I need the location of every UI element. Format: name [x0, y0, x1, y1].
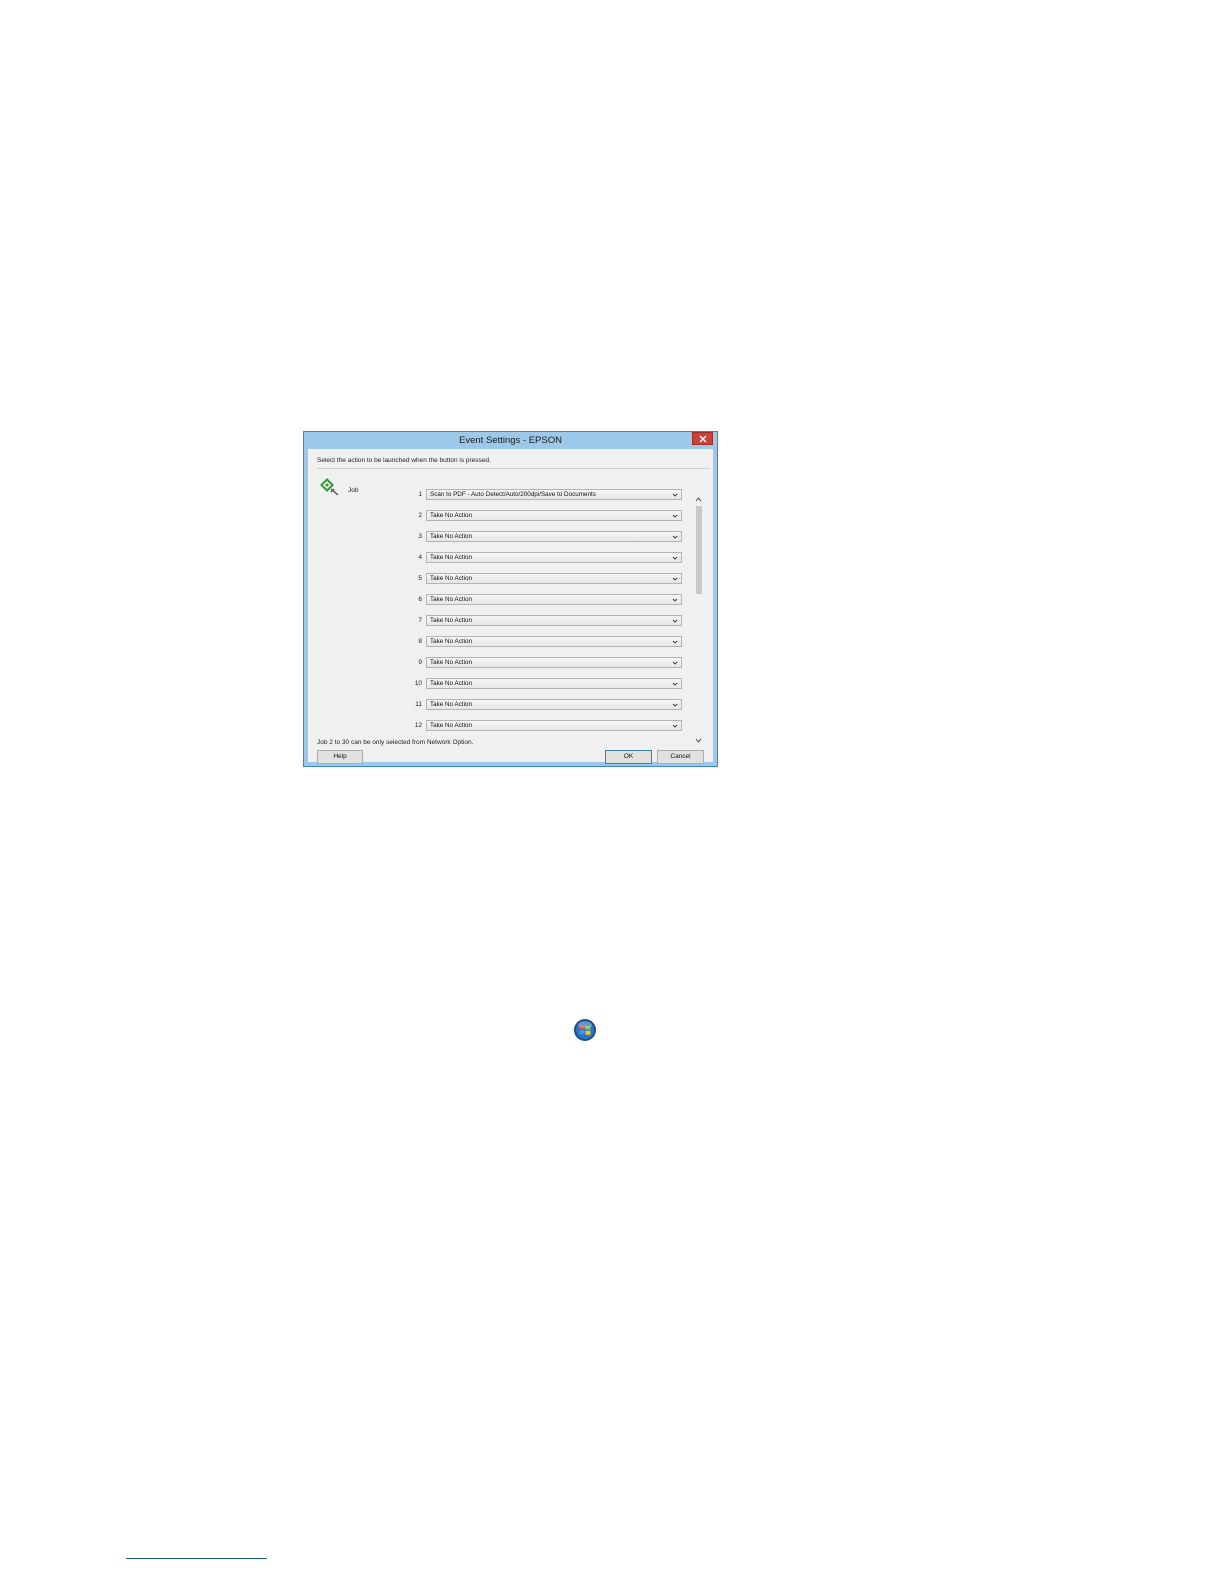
job-action-value: Take No Action [430, 617, 473, 624]
job-action-value: Take No Action [430, 722, 473, 729]
job-action-select[interactable]: Take No Action [426, 531, 682, 542]
job-number: 11 [415, 701, 422, 708]
job-number: 1 [418, 491, 422, 498]
job-action-select[interactable]: Take No Action [426, 615, 682, 626]
job-number: 5 [418, 575, 422, 582]
job-number: 9 [418, 659, 422, 666]
chevron-down-icon [672, 514, 678, 518]
event-settings-dialog: Event Settings - EPSON Select the action… [303, 431, 718, 767]
job-action-select[interactable]: Take No Action [426, 720, 682, 731]
close-icon [699, 435, 707, 443]
help-button[interactable]: Help [317, 750, 363, 764]
job-action-select[interactable]: Take No Action [426, 636, 682, 647]
job-number: 3 [418, 533, 422, 540]
job-number: 7 [418, 617, 422, 624]
chevron-down-icon [672, 577, 678, 581]
job-action-value: Take No Action [430, 659, 473, 666]
job-number: 8 [418, 638, 422, 645]
job-action-value: Take No Action [430, 701, 473, 708]
chevron-down-icon [672, 682, 678, 686]
job-action-select[interactable]: Take No Action [426, 510, 682, 521]
job-action-value: Scan to PDF - Auto Detect/Auto/200dpi/Sa… [430, 491, 596, 498]
scroll-thumb[interactable] [696, 506, 702, 594]
close-button[interactable] [692, 432, 713, 445]
job-number: 4 [418, 554, 422, 561]
job-action-select[interactable]: Take No Action [426, 678, 682, 689]
job-action-value: Take No Action [430, 575, 473, 582]
chevron-down-icon [672, 619, 678, 623]
job-action-select[interactable]: Take No Action [426, 699, 682, 710]
scroll-up-icon[interactable] [695, 496, 702, 502]
chevron-down-icon [672, 703, 678, 707]
job-action-select[interactable]: Scan to PDF - Auto Detect/Auto/200dpi/Sa… [426, 489, 682, 500]
chevron-down-icon [672, 661, 678, 665]
window-title: Event Settings - EPSON [459, 435, 562, 446]
job-number: 10 [414, 680, 422, 687]
job-list: 1 Scan to PDF - Auto Detect/Auto/200dpi/S… [308, 489, 713, 751]
job-number: 2 [418, 512, 422, 519]
job-action-select[interactable]: Take No Action [426, 594, 682, 605]
job-number: 12 [414, 722, 422, 729]
chevron-down-icon [672, 556, 678, 560]
chevron-down-icon [672, 535, 678, 539]
windows-start-orb-icon [574, 1019, 596, 1041]
separator [317, 468, 710, 469]
chevron-down-icon [672, 640, 678, 644]
job-action-value: Take No Action [430, 638, 473, 645]
network-option-note: Job 2 to 30 can be only selected from Ne… [317, 739, 474, 746]
chevron-down-icon [672, 598, 678, 602]
dialog-client-area: Select the action to be launched when th… [308, 449, 713, 764]
job-action-value: Take No Action [430, 680, 473, 687]
job-action-select[interactable]: Take No Action [426, 657, 682, 668]
chevron-down-icon [672, 724, 678, 728]
job-number: 6 [418, 596, 422, 603]
scrollbar[interactable] [694, 496, 703, 744]
job-action-select[interactable]: Take No Action [426, 552, 682, 563]
job-action-value: Take No Action [430, 596, 473, 603]
instruction-text: Select the action to be launched when th… [317, 457, 491, 464]
title-bar[interactable]: Event Settings - EPSON [304, 432, 717, 449]
chevron-down-icon [672, 493, 678, 497]
job-action-value: Take No Action [430, 554, 473, 561]
ok-button[interactable]: OK [605, 750, 652, 764]
footer-rule [126, 1558, 267, 1559]
cancel-button[interactable]: Cancel [657, 750, 704, 764]
job-action-value: Take No Action [430, 533, 473, 540]
job-action-select[interactable]: Take No Action [426, 573, 682, 584]
job-action-value: Take No Action [430, 512, 473, 519]
scroll-down-icon[interactable] [695, 738, 702, 744]
